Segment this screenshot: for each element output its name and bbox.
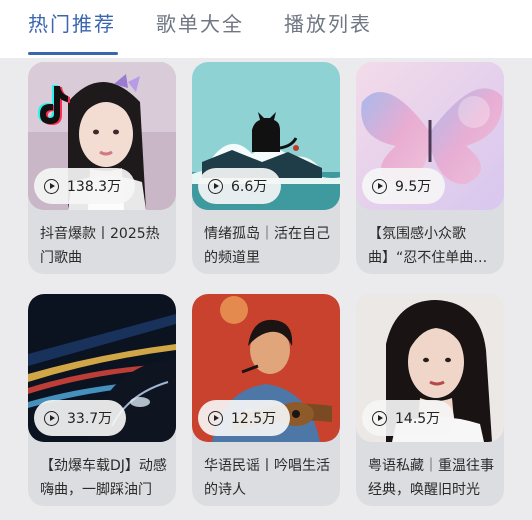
active-tab-indicator [28, 52, 118, 55]
playlist-title: 【劲爆车载DJ】动感嗨曲，一脚踩油门 [40, 458, 167, 498]
play-count: 12.5万 [231, 411, 277, 427]
play-count-badge: 33.7万 [34, 400, 127, 436]
play-count-badge: 9.5万 [362, 168, 446, 204]
play-icon [208, 178, 223, 194]
play-count-badge: 12.5万 [198, 400, 291, 436]
playlist-card[interactable]: BOSTO 12.5万 华语民谣丨吟唱生活的诗人 [192, 294, 340, 506]
play-count: 138.3万 [67, 179, 122, 195]
play-icon [44, 410, 59, 426]
play-count: 9.5万 [395, 179, 432, 195]
playlist-title: 华语民谣丨吟唱生活的诗人 [204, 458, 330, 498]
play-count-badge: 14.5万 [362, 400, 455, 436]
tab-hot-recommend[interactable]: 热门推荐 [28, 8, 116, 37]
play-icon [44, 178, 59, 194]
playlist-title: 粤语私藏｜重温往事经典，唤醒旧时光 [368, 458, 494, 498]
tab-playlist-collection[interactable]: 歌单大全 [156, 8, 244, 37]
playlist-card[interactable]: 14.5万 粤语私藏｜重温往事经典，唤醒旧时光 [356, 294, 504, 506]
play-icon [372, 178, 387, 194]
tab-bar: 热门推荐 歌单大全 播放列表 [0, 0, 532, 58]
play-count-badge: 138.3万 [34, 168, 136, 204]
play-count: 33.7万 [67, 411, 113, 427]
play-count-badge: 6.6万 [198, 168, 282, 204]
playlist-title: 情绪孤岛｜活在自己的频道里 [204, 226, 330, 266]
play-count: 6.6万 [231, 179, 268, 195]
playlist-card[interactable]: 138.3万 抖音爆款丨2025热门歌曲 [28, 62, 176, 274]
play-count: 14.5万 [395, 411, 441, 427]
tab-play-queue[interactable]: 播放列表 [284, 8, 372, 37]
playlist-card[interactable]: 9.5万 【氛围感小众歌曲】“忍不住单曲循环 [356, 62, 504, 274]
playlist-card[interactable]: 6.6万 情绪孤岛｜活在自己的频道里 [192, 62, 340, 274]
playlist-title: 抖音爆款丨2025热门歌曲 [40, 226, 160, 266]
playlist-card[interactable]: 33.7万 【劲爆车载DJ】动感嗨曲，一脚踩油门 [28, 294, 176, 506]
play-icon [372, 410, 387, 426]
playlist-title: 【氛围感小众歌曲】“忍不住单曲循环 [368, 226, 488, 266]
play-icon [208, 410, 223, 426]
